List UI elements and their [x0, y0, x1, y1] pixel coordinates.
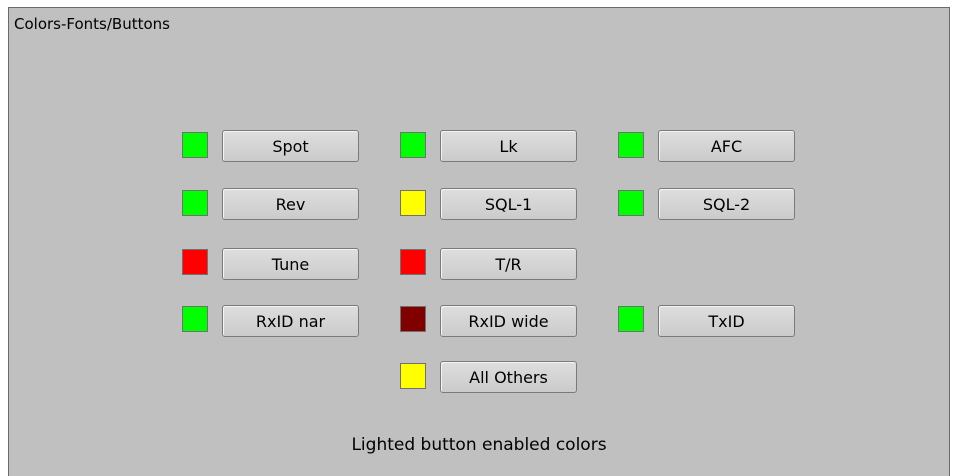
- afc-color-swatch[interactable]: [618, 132, 644, 158]
- rxid-wide-button[interactable]: RxID wide: [440, 305, 577, 337]
- txid-button[interactable]: TxID: [658, 305, 795, 337]
- rxid-wide-color-swatch[interactable]: [400, 306, 426, 332]
- lk-button[interactable]: Lk: [440, 130, 577, 162]
- sql1-color-swatch[interactable]: [400, 190, 426, 216]
- tune-button[interactable]: Tune: [222, 248, 359, 280]
- colors-fonts-buttons-panel: Colors-Fonts/Buttons Spot Lk AFC Rev SQL…: [8, 7, 950, 476]
- tr-button[interactable]: T/R: [440, 248, 577, 280]
- rxid-nar-color-swatch[interactable]: [182, 306, 208, 332]
- tune-color-swatch[interactable]: [182, 249, 208, 275]
- all-others-button[interactable]: All Others: [440, 361, 577, 393]
- afc-button[interactable]: AFC: [658, 130, 795, 162]
- panel-caption: Lighted button enabled colors: [351, 435, 607, 455]
- rxid-nar-button[interactable]: RxID nar: [222, 305, 359, 337]
- lk-color-swatch[interactable]: [400, 132, 426, 158]
- all-others-color-swatch[interactable]: [400, 363, 426, 389]
- tr-color-swatch[interactable]: [400, 249, 426, 275]
- rev-button[interactable]: Rev: [222, 188, 359, 220]
- rev-color-swatch[interactable]: [182, 190, 208, 216]
- sql2-color-swatch[interactable]: [618, 190, 644, 216]
- sql2-button[interactable]: SQL-2: [658, 188, 795, 220]
- sql1-button[interactable]: SQL-1: [440, 188, 577, 220]
- txid-color-swatch[interactable]: [618, 306, 644, 332]
- spot-button[interactable]: Spot: [222, 130, 359, 162]
- spot-color-swatch[interactable]: [182, 132, 208, 158]
- panel-title: Colors-Fonts/Buttons: [14, 15, 170, 33]
